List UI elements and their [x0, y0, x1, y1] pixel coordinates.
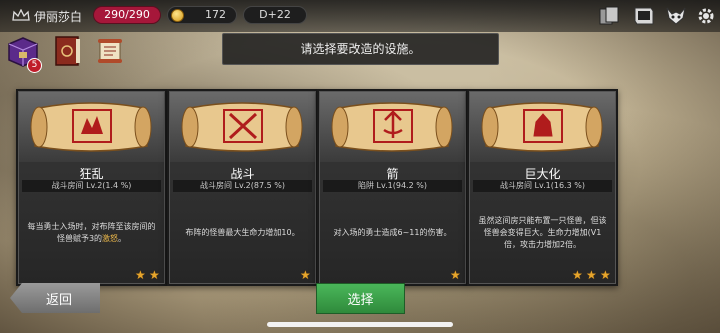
- gold-value: 172: [205, 8, 226, 21]
- card-subtitle: 战斗房间 Lv.2(1.4 %): [22, 180, 161, 192]
- card-art: [470, 92, 615, 162]
- description-text: 每当勇士入场时，对布阵至该房间的怪兽赋予3的: [27, 222, 156, 243]
- star-icon: ★: [600, 268, 611, 282]
- cards-icon[interactable]: [598, 6, 620, 26]
- star-icon: ★: [450, 268, 461, 282]
- facility-card-frenzy[interactable]: 狂乱 战斗房间 Lv.2(1.4 %) 每当勇士入场时，对布阵至该房间的怪兽赋予…: [16, 89, 167, 286]
- card-art: [170, 92, 315, 162]
- gear-icon[interactable]: [695, 6, 717, 26]
- back-button[interactable]: 返回: [10, 283, 100, 313]
- hp-display: 290/290: [93, 6, 161, 24]
- scroll-icon: [181, 102, 303, 152]
- scroll-icon[interactable]: [95, 36, 125, 66]
- card-art: [19, 92, 164, 162]
- star-rating: ★ ★: [135, 269, 161, 281]
- star-icon: ★: [300, 268, 311, 282]
- top-bar: 伊丽莎白 290/290 172 D+22: [0, 0, 720, 32]
- book-icon[interactable]: [633, 6, 655, 26]
- card-description: 布阵的怪兽最大生命力增加10。: [185, 228, 300, 237]
- scroll-icon: [30, 102, 152, 152]
- star-icon: ★: [586, 268, 597, 282]
- description-text: 。: [118, 234, 127, 243]
- star-rating: ★: [450, 269, 462, 281]
- day-counter: D+22: [243, 6, 307, 24]
- crown-icon: [12, 9, 30, 21]
- star-icon: ★: [149, 268, 160, 282]
- instruction-banner: 请选择要改造的设施。: [222, 33, 499, 65]
- star-icon: ★: [135, 268, 146, 282]
- gold-display: 172: [167, 6, 237, 24]
- facility-card-arrow[interactable]: 箭 陷阱 Lv.1(94.2 %) 对入场的勇士造成6~11的伤害。 ★: [317, 89, 468, 286]
- notification-badge: 5: [27, 58, 42, 73]
- card-subtitle: 战斗房间 Lv.1(16.3 %): [473, 180, 612, 192]
- scroll-icon: [481, 102, 603, 152]
- card-description: 每当勇士入场时，对布阵至该房间的怪兽赋予3的激怒。: [26, 195, 157, 271]
- star-rating: ★: [300, 269, 312, 281]
- player-name: 伊丽莎白: [34, 10, 83, 24]
- select-button[interactable]: 选择: [316, 283, 405, 314]
- scroll-icon: [331, 102, 453, 152]
- facility-card-giant[interactable]: 巨大化 战斗房间 Lv.1(16.3 %) 虽然这间房只能布置一只怪兽，但该怪兽…: [467, 89, 618, 286]
- card-subtitle: 陷阱 Lv.1(94.2 %): [323, 180, 462, 192]
- card-description: 虽然这间房只能布置一只怪兽，但该怪兽会变得巨大。生命力增加(V1倍，攻击力增加2…: [478, 216, 607, 249]
- spellbook-icon[interactable]: [52, 34, 84, 68]
- description-highlight: 激怒: [102, 234, 119, 243]
- demon-icon[interactable]: [665, 6, 687, 26]
- facility-card-battle[interactable]: 战斗 战斗房间 Lv.2(87.5 %) 布阵的怪兽最大生命力增加10。 ★: [167, 89, 318, 286]
- home-indicator[interactable]: [267, 322, 453, 327]
- coin-icon: [171, 9, 184, 22]
- card-art: [320, 92, 465, 162]
- star-icon: ★: [572, 268, 583, 282]
- star-rating: ★ ★ ★: [572, 269, 612, 281]
- card-subtitle: 战斗房间 Lv.2(87.5 %): [173, 180, 312, 192]
- card-description: 对入场的勇士造成6~11的伤害。: [333, 228, 452, 237]
